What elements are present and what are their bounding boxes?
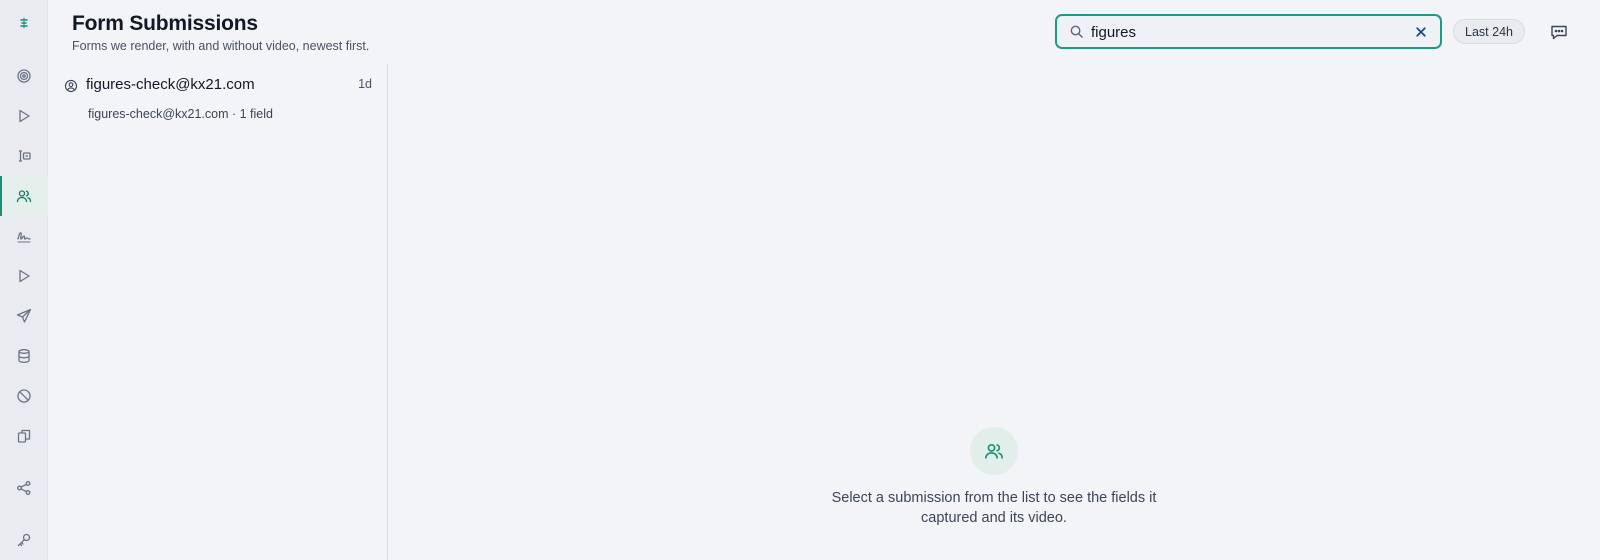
sidebar bbox=[0, 0, 48, 560]
sidebar-item-share[interactable] bbox=[0, 468, 48, 508]
empty-state-message: Select a submission from the list to see… bbox=[831, 490, 1157, 526]
search-input[interactable] bbox=[1091, 20, 1401, 44]
database-icon bbox=[18, 349, 30, 363]
submission-header: figures-check@kx21.com 1d bbox=[64, 76, 372, 98]
users-icon bbox=[985, 443, 1003, 459]
submission-meta: figures-check@kx21.com · 1 field bbox=[88, 107, 273, 121]
sidebar-item-play[interactable] bbox=[0, 96, 48, 136]
block-icon bbox=[17, 389, 31, 403]
play-icon bbox=[19, 109, 30, 123]
target-icon bbox=[17, 69, 31, 83]
sidebar-item-forms[interactable] bbox=[0, 136, 48, 176]
page-subtitle: Forms we render, with and without video,… bbox=[72, 39, 370, 53]
form-icon bbox=[19, 150, 31, 162]
user-circle-icon bbox=[64, 79, 78, 93]
clear-search-button[interactable] bbox=[1413, 24, 1428, 39]
play-icon bbox=[19, 269, 30, 283]
logo-icon[interactable] bbox=[0, 3, 48, 43]
sidebar-item-videos[interactable] bbox=[0, 256, 48, 296]
share-icon bbox=[17, 481, 31, 495]
sidebar-item-submissions[interactable] bbox=[0, 176, 48, 216]
page-title: Form Submissions bbox=[72, 12, 258, 35]
sidebar-item-blocked[interactable] bbox=[0, 376, 48, 416]
empty-state-badge bbox=[970, 427, 1018, 475]
submission-title: figures-check@kx21.com bbox=[86, 76, 255, 93]
time-range-filter[interactable]: Last 24h bbox=[1453, 19, 1525, 44]
sidebar-item-send[interactable] bbox=[0, 296, 48, 336]
sidebar-item-database[interactable] bbox=[0, 336, 48, 376]
chat-icon bbox=[1551, 25, 1567, 40]
key-icon bbox=[17, 533, 31, 547]
signature-icon bbox=[17, 232, 31, 243]
users-icon bbox=[16, 190, 32, 203]
search-icon bbox=[1070, 25, 1083, 38]
search-box bbox=[1055, 14, 1442, 49]
copy-icon bbox=[17, 429, 31, 443]
send-icon bbox=[16, 308, 32, 323]
feedback-button[interactable] bbox=[1549, 22, 1569, 42]
close-icon bbox=[1415, 26, 1426, 37]
sidebar-item-target[interactable] bbox=[0, 56, 48, 96]
submission-age: 1d bbox=[358, 77, 372, 91]
sidebar-item-copy[interactable] bbox=[0, 416, 48, 456]
sidebar-item-signatures[interactable] bbox=[0, 216, 48, 256]
submission-list: figures-check@kx21.com 1d figures-check@… bbox=[48, 64, 388, 560]
sidebar-item-key[interactable] bbox=[0, 520, 48, 560]
